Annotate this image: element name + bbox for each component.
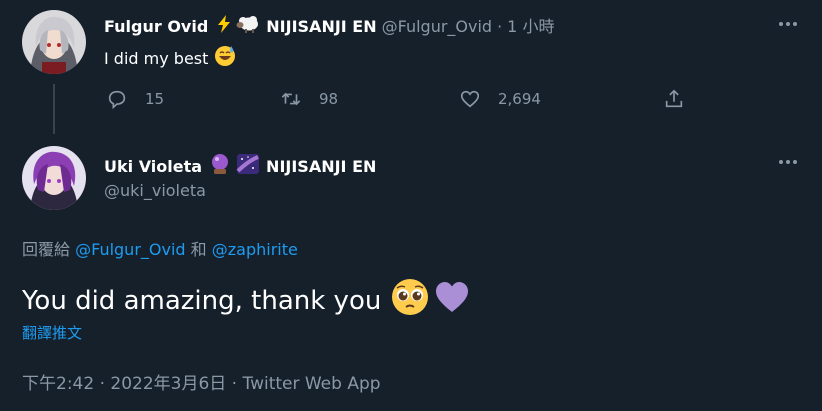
timestamp[interactable]: 1 小時: [507, 17, 554, 37]
reply-count: 15: [145, 90, 165, 108]
more-options-button[interactable]: [776, 12, 800, 36]
handle[interactable]: @uki_violeta: [104, 181, 206, 200]
share-icon: [665, 89, 683, 108]
reply-mention-zaphirite[interactable]: @zaphirite: [212, 240, 298, 259]
retweet-count: 98: [319, 90, 339, 108]
thread-connector-line: [53, 84, 55, 134]
avatar[interactable]: [22, 146, 86, 210]
milky-way-emoji-icon: [236, 153, 260, 180]
tweet-text: I did my best: [104, 45, 236, 71]
tweet-body: I did my best: [104, 48, 209, 68]
lightning-emoji-icon: [214, 14, 234, 39]
translate-tweet-link[interactable]: 翻譯推文: [22, 322, 82, 343]
share-action[interactable]: [663, 88, 685, 110]
reply-context: 回覆給 @Fulgur_Ovid 和 @zaphirite: [22, 236, 298, 260]
tweet-text: You did amazing, thank you: [22, 278, 471, 323]
organization-label: NIJISANJI EN: [266, 16, 377, 36]
separator-dot: ·: [497, 16, 503, 36]
sweat-smile-emoji-icon: [214, 45, 236, 71]
more-icon: [779, 160, 797, 164]
purple-heart-emoji-icon: [433, 278, 471, 323]
like-count: 2,694: [498, 90, 541, 108]
reply-conjunction: 和: [190, 240, 207, 259]
retweet-icon: [281, 92, 301, 106]
crystal-ball-emoji-icon: [210, 153, 230, 180]
sheep-emoji-icon: [236, 14, 260, 39]
reply-mention-fulgur[interactable]: @Fulgur_Ovid: [75, 240, 185, 259]
heart-icon: [460, 90, 480, 108]
tweet-header: Uki Violeta NIJISANJI EN: [104, 153, 376, 180]
tweet-header: Fulgur Ovid NIJISANJI EN @Fulgur_Ovid · …: [104, 14, 554, 39]
avatar[interactable]: [22, 10, 86, 74]
reply-icon: [108, 90, 126, 110]
reply-prefix: 回覆給: [22, 240, 71, 259]
organization-label: NIJISANJI EN: [266, 156, 377, 176]
more-options-button[interactable]: [776, 150, 800, 174]
like-action[interactable]: 2,694: [459, 88, 541, 110]
display-name[interactable]: Fulgur Ovid: [104, 17, 208, 37]
tweet-body: You did amazing, thank you: [22, 285, 382, 316]
pleading-face-emoji-icon: [391, 278, 429, 323]
tweet-meta[interactable]: 下午2:42 · 2022年3月6日 · Twitter Web App: [22, 369, 381, 394]
reply-action[interactable]: 15: [106, 88, 164, 110]
more-icon: [779, 22, 797, 26]
display-name[interactable]: Uki Violeta: [104, 157, 202, 177]
retweet-action[interactable]: 98: [280, 88, 338, 110]
handle[interactable]: @Fulgur_Ovid: [382, 17, 492, 37]
